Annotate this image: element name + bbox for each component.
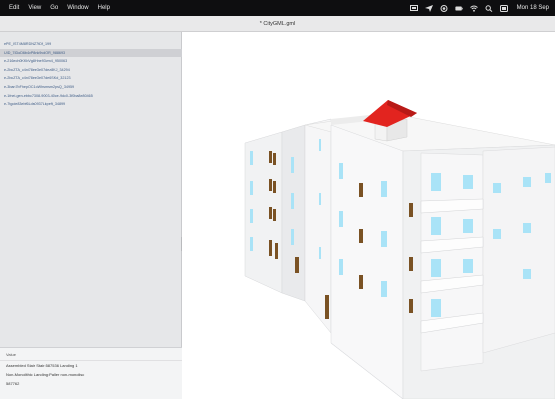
- menu-bar: Edit View Go Window Help Mon 18 Sep: [0, 0, 555, 16]
- property-value: Assembled Stair Stair:587536 Landing 1: [6, 363, 78, 368]
- menu-go[interactable]: Go: [50, 5, 58, 11]
- control-center-icon[interactable]: [499, 4, 508, 12]
- building-left-face-2: [281, 124, 306, 302]
- display-icon[interactable]: [409, 4, 418, 12]
- menu-list: Edit View Go Window Help: [0, 5, 110, 11]
- door: [269, 207, 272, 219]
- door: [273, 209, 276, 221]
- window: [339, 259, 343, 275]
- window: [431, 173, 441, 191]
- object-tree: ePE_IST4M8RDNZ7tDf_199 UID_7IDoD6b4vP8nk…: [0, 40, 182, 109]
- 3d-viewport[interactable]: [183, 33, 555, 399]
- door: [359, 275, 363, 289]
- window: [250, 209, 253, 223]
- window: [291, 229, 294, 245]
- window-title-bar: * CityGML.gml: [0, 16, 555, 32]
- battery-icon[interactable]: [455, 5, 463, 12]
- window: [431, 299, 441, 317]
- sidebar: ePE_IST4M8RDNZ7tDf_199 UID_7IDoD6b4vP8nk…: [0, 32, 182, 399]
- door: [409, 203, 413, 217]
- door: [269, 240, 272, 256]
- window: [319, 193, 321, 205]
- window: [381, 281, 387, 297]
- door: [273, 181, 276, 193]
- window: [431, 259, 441, 277]
- tree-item-selected[interactable]: UID_7IDoD6b4vP8nk9vdOR_988693: [0, 48, 182, 58]
- door: [269, 179, 272, 191]
- window: [381, 231, 387, 247]
- menubar-clock[interactable]: Mon 18 Sep: [517, 5, 549, 11]
- window-title: * CityGML.gml: [259, 20, 296, 27]
- window: [250, 181, 253, 195]
- window: [523, 177, 531, 187]
- door: [359, 183, 363, 197]
- window: [339, 163, 343, 179]
- properties-header: Value: [0, 348, 182, 361]
- window: [291, 157, 294, 173]
- building-model[interactable]: [183, 33, 555, 399]
- right-bay: [420, 152, 484, 372]
- window: [339, 211, 343, 227]
- menu-view[interactable]: View: [28, 5, 41, 11]
- record-icon[interactable]: [440, 4, 448, 12]
- window: [250, 151, 253, 165]
- door: [295, 257, 299, 273]
- tree-item[interactable]: e-1fnei-gen-ebbc7308-9003-40ce-9dc0-3f0b…: [0, 92, 182, 101]
- search-icon[interactable]: [485, 4, 493, 12]
- window: [291, 193, 294, 209]
- door: [359, 229, 363, 243]
- door: [409, 299, 413, 313]
- window: [381, 181, 387, 197]
- door: [273, 153, 276, 165]
- wifi-icon[interactable]: [469, 5, 478, 12]
- door: [275, 243, 278, 259]
- window: [493, 229, 501, 239]
- menu-help[interactable]: Help: [98, 5, 110, 11]
- window: [493, 183, 501, 193]
- tree-item[interactable]: e-2bcZTA_c4ni78ee3e07de6SKd_32123: [0, 74, 182, 83]
- window: [523, 269, 531, 279]
- send-icon[interactable]: [424, 4, 433, 12]
- window: [431, 217, 441, 235]
- tree-item[interactable]: e-7tgoie83ebf6Lds0937Lkpeft_34899: [0, 100, 182, 109]
- window: [463, 219, 473, 233]
- tree-item[interactable]: e-3ban7bFhepOC1oWhsmsm2psQ_34959: [0, 83, 182, 92]
- menu-edit[interactable]: Edit: [9, 5, 19, 11]
- window: [463, 175, 473, 189]
- window: [523, 223, 531, 233]
- window: [319, 139, 321, 151]
- tree-item[interactable]: e-2bcZTA_c4ni78ee3e07dez8KJ_34294: [0, 66, 182, 75]
- door: [269, 151, 272, 163]
- window: [250, 237, 253, 251]
- window: [463, 259, 473, 273]
- door: [409, 257, 413, 271]
- tree-item[interactable]: e-216ech0KKbVg8Hne93vm4_950063: [0, 57, 182, 66]
- right-bay-2: [482, 146, 555, 354]
- window: [319, 247, 321, 259]
- status-area: Mon 18 Sep: [409, 0, 549, 16]
- property-value: Non-Monolithic Landing:Paller non-monoli…: [6, 372, 85, 377]
- properties-panel: Value Assembled Stair Stair:587536 Landi…: [0, 347, 182, 399]
- door: [325, 295, 329, 319]
- window: [545, 173, 551, 183]
- tree-item[interactable]: ePE_IST4M8RDNZ7tDf_199: [0, 40, 182, 49]
- menu-window[interactable]: Window: [67, 5, 88, 11]
- property-value: 587762: [6, 381, 20, 386]
